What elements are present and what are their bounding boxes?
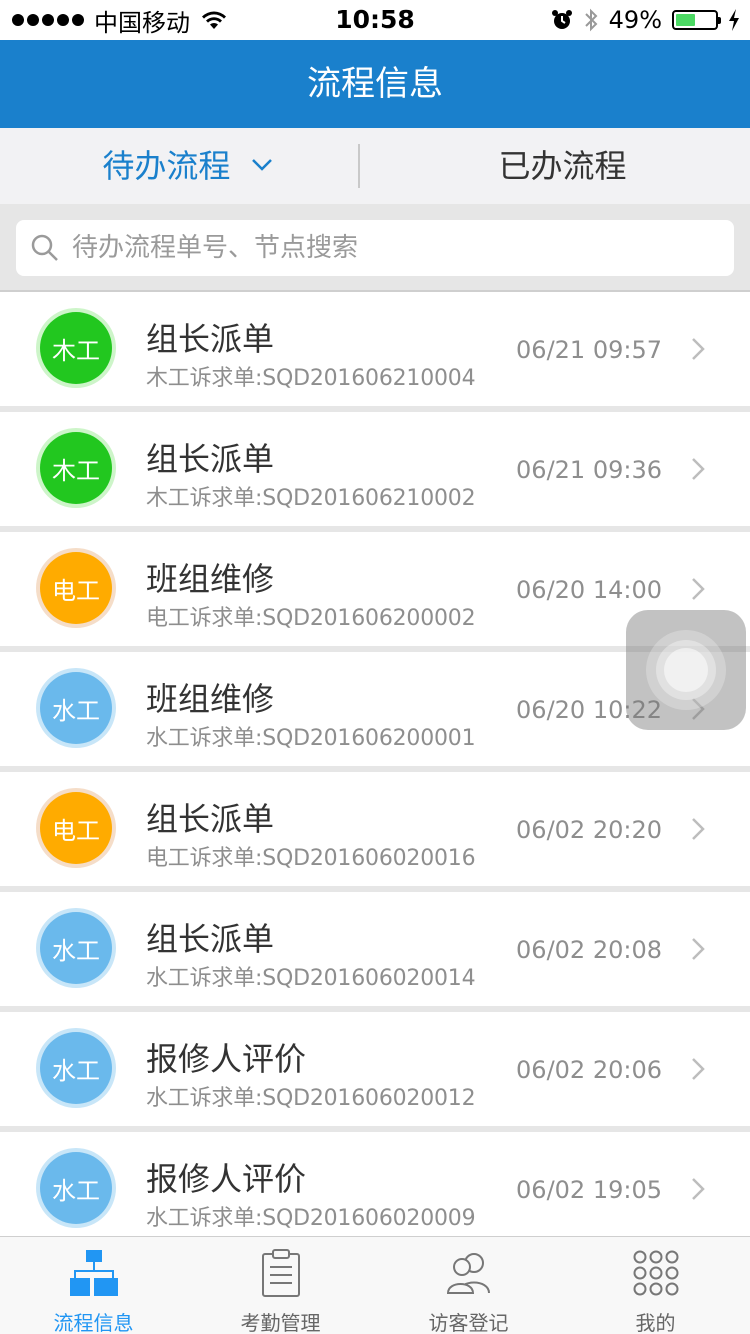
item-title: 组长派单 bbox=[146, 800, 275, 838]
assistive-touch-button[interactable] bbox=[626, 610, 746, 730]
avatar: 木工 bbox=[40, 312, 112, 384]
item-subtitle: 电工诉求单:SQD201606020016 bbox=[146, 846, 476, 871]
avatar: 水工 bbox=[40, 1152, 112, 1224]
list-item[interactable]: 水工 报修人评价 水工诉求单:SQD201606020012 06/02 20:… bbox=[0, 1012, 750, 1126]
item-subtitle: 水工诉求单:SQD201606020012 bbox=[146, 1086, 476, 1111]
item-subtitle: 水工诉求单:SQD201606200001 bbox=[146, 726, 476, 751]
tab-done-label: 已办流程 bbox=[498, 147, 627, 185]
tabbar-label: 我的 bbox=[635, 1311, 676, 1334]
item-subtitle: 木工诉求单:SQD201606210002 bbox=[146, 486, 476, 511]
item-title: 组长派单 bbox=[146, 320, 275, 358]
bottom-tab-bar: 流程信息 考勤管理 访客登记 我的 bbox=[0, 1236, 750, 1334]
chevron-right-icon bbox=[692, 1058, 705, 1080]
badge-label: 木工 bbox=[52, 456, 100, 485]
search-icon bbox=[31, 234, 58, 261]
item-time: 06/21 09:36 bbox=[516, 456, 662, 484]
list-item[interactable]: 木工 组长派单 木工诉求单:SQD201606210002 06/21 09:3… bbox=[0, 412, 750, 526]
item-subtitle: 电工诉求单:SQD201606200002 bbox=[146, 606, 476, 631]
item-title: 组长派单 bbox=[146, 920, 275, 958]
status-bar: 中国移动 10:58 49% bbox=[0, 0, 750, 40]
nav-bar: 流程信息 bbox=[0, 40, 750, 128]
hierarchy-icon bbox=[70, 1250, 118, 1296]
list-item[interactable]: 水工 组长派单 水工诉求单:SQD201606020014 06/02 20:0… bbox=[0, 892, 750, 1006]
list-item[interactable]: 水工 报修人评价 水工诉求单:SQD201606020009 06/02 19:… bbox=[0, 1132, 750, 1246]
avatar: 木工 bbox=[40, 432, 112, 504]
item-subtitle: 水工诉求单:SQD201606020014 bbox=[146, 966, 476, 991]
segment-tabs: 待办流程 已办流程 bbox=[0, 128, 750, 204]
item-time: 06/21 09:57 bbox=[516, 336, 662, 364]
tabbar-item-mine[interactable]: 我的 bbox=[562, 1237, 749, 1334]
tabbar-item-process[interactable]: 流程信息 bbox=[0, 1237, 187, 1334]
tab-done[interactable]: 已办流程 bbox=[375, 128, 750, 204]
alarm-icon bbox=[551, 10, 572, 29]
item-time: 06/02 19:05 bbox=[516, 1176, 662, 1204]
tab-pending[interactable]: 待办流程 bbox=[0, 128, 375, 204]
avatar: 电工 bbox=[40, 552, 112, 624]
charging-icon bbox=[729, 9, 739, 31]
battery-percent: 49% bbox=[608, 6, 662, 34]
tabbar-label: 流程信息 bbox=[53, 1311, 134, 1334]
chevron-right-icon bbox=[692, 1178, 705, 1200]
search-input[interactable] bbox=[72, 233, 692, 263]
badge-label: 水工 bbox=[52, 1056, 100, 1085]
chevron-right-icon bbox=[692, 938, 705, 960]
avatar: 水工 bbox=[40, 912, 112, 984]
item-title: 班组维修 bbox=[146, 560, 275, 598]
item-title: 报修人评价 bbox=[146, 1040, 307, 1078]
item-subtitle: 水工诉求单:SQD201606020009 bbox=[146, 1206, 476, 1231]
badge-label: 木工 bbox=[52, 336, 100, 365]
item-title: 班组维修 bbox=[146, 680, 275, 718]
badge-label: 水工 bbox=[52, 696, 100, 725]
chevron-right-icon bbox=[692, 338, 705, 360]
grid-dots-icon bbox=[633, 1250, 679, 1296]
chevron-right-icon bbox=[692, 578, 705, 600]
bluetooth-icon bbox=[584, 8, 598, 32]
tab-pending-label: 待办流程 bbox=[102, 147, 231, 185]
item-title: 组长派单 bbox=[146, 440, 275, 478]
chevron-down-icon bbox=[251, 159, 272, 171]
item-title: 报修人评价 bbox=[146, 1160, 307, 1198]
search-box[interactable] bbox=[16, 220, 734, 276]
battery-icon bbox=[672, 10, 721, 30]
badge-label: 电工 bbox=[52, 576, 100, 605]
list-item[interactable]: 木工 组长派单 木工诉求单:SQD201606210004 06/21 09:5… bbox=[0, 292, 750, 406]
tabbar-label: 考勤管理 bbox=[240, 1311, 321, 1334]
people-icon bbox=[446, 1253, 490, 1294]
list-item[interactable]: 电工 组长派单 电工诉求单:SQD201606020016 06/02 20:2… bbox=[0, 772, 750, 886]
page-title: 流程信息 bbox=[307, 64, 443, 104]
avatar: 电工 bbox=[40, 792, 112, 864]
avatar: 水工 bbox=[40, 1032, 112, 1104]
search-bar bbox=[0, 204, 750, 292]
item-time: 06/20 14:00 bbox=[516, 576, 662, 604]
chevron-right-icon bbox=[692, 818, 705, 840]
item-subtitle: 木工诉求单:SQD201606210004 bbox=[146, 366, 476, 391]
item-time: 06/02 20:06 bbox=[516, 1056, 662, 1084]
clipboard-icon bbox=[262, 1249, 300, 1297]
badge-label: 水工 bbox=[52, 936, 100, 965]
chevron-right-icon bbox=[692, 458, 705, 480]
item-time: 06/02 20:20 bbox=[516, 816, 662, 844]
tabbar-item-attendance[interactable]: 考勤管理 bbox=[187, 1237, 374, 1334]
badge-label: 电工 bbox=[52, 816, 100, 845]
badge-label: 水工 bbox=[52, 1176, 100, 1205]
tabbar-item-visitor[interactable]: 访客登记 bbox=[375, 1237, 562, 1334]
item-time: 06/02 20:08 bbox=[516, 936, 662, 964]
avatar: 水工 bbox=[40, 672, 112, 744]
status-right: 49% bbox=[551, 6, 740, 34]
tab-divider bbox=[358, 144, 360, 188]
tabbar-label: 访客登记 bbox=[428, 1311, 509, 1334]
